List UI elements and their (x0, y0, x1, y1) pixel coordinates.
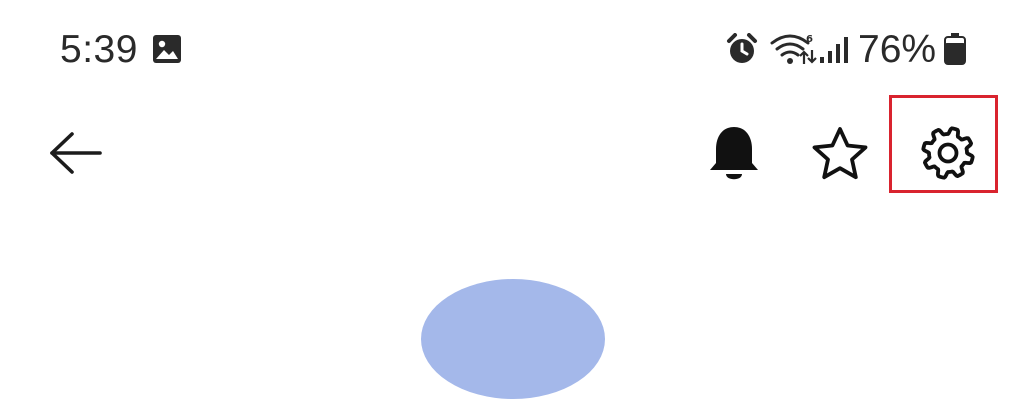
notifications-button[interactable] (702, 120, 766, 188)
wifi-icon: 6 (770, 34, 817, 64)
gear-icon (921, 126, 975, 180)
svg-text:6: 6 (806, 34, 813, 45)
status-bar: 5:39 6 76% (0, 0, 1024, 100)
status-time: 5:39 (60, 28, 138, 71)
star-icon (812, 127, 868, 180)
alarm-icon (727, 33, 757, 63)
bell-icon (710, 127, 758, 180)
gallery-icon (153, 35, 181, 63)
signal-icon (820, 37, 848, 63)
battery-icon (944, 33, 966, 65)
favorite-button[interactable] (806, 120, 874, 188)
avatar (421, 279, 605, 399)
app-bar (0, 100, 1024, 210)
back-button[interactable] (40, 122, 112, 184)
settings-button[interactable] (906, 116, 990, 190)
back-arrow-icon (50, 132, 102, 174)
battery-percent: 76% (858, 28, 937, 71)
